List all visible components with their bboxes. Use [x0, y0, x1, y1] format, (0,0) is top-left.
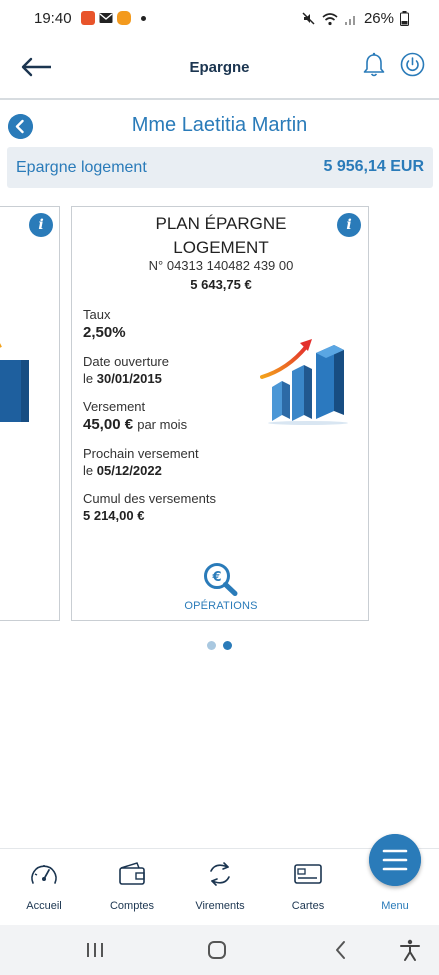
open-date-value: 30/01/2015 [96, 371, 162, 386]
account-owner-name: Mme Laetitia Martin [131, 114, 308, 136]
battery-icon [400, 11, 409, 26]
mail-icon [99, 13, 113, 23]
next-deposit-value: 05/12/2022 [96, 463, 162, 478]
info-icon[interactable]: i [29, 213, 53, 237]
accessibility-icon[interactable] [398, 938, 422, 962]
status-indicators: 26% [301, 10, 409, 27]
nav-label: Accueil [26, 900, 62, 912]
notification-app-icon [117, 11, 131, 25]
transfer-icon [210, 862, 230, 886]
operations-link[interactable]: OPÉRATIONS [72, 600, 370, 612]
open-date-prefix: le [83, 371, 94, 386]
nav-label: Cartes [291, 900, 325, 912]
dot-icon [141, 16, 146, 21]
svg-text:€: € [211, 570, 221, 585]
category-total: 5 956,14 EUR [323, 158, 424, 175]
nav-accueil[interactable]: Accueil [0, 849, 88, 926]
nav-label: Menu [381, 900, 409, 912]
mute-icon [302, 12, 315, 25]
cumulative-value: 5 214,00 € [83, 508, 145, 523]
next-deposit-prefix: le [83, 463, 94, 478]
nav-cartes[interactable]: Cartes [264, 849, 352, 926]
category-summary[interactable]: Epargne logement 5 956,14 EUR [7, 147, 433, 188]
nav-virements[interactable]: Virements [176, 849, 264, 926]
home-icon[interactable] [205, 938, 229, 962]
account-title-line2: LOGEMENT [173, 238, 269, 257]
chevron-left-icon[interactable] [8, 114, 33, 139]
rate-label: Taux [83, 307, 111, 322]
notification-app-icon [81, 11, 95, 25]
battery-percent: 26% [363, 10, 394, 27]
nav-label: Comptes [109, 900, 155, 912]
growth-chart-icon [260, 339, 348, 425]
status-bar: 19:40 26% [0, 0, 439, 38]
bell-icon[interactable] [362, 52, 386, 78]
deposit: 45,00 € par mois [83, 416, 187, 433]
account-balance: 5 643,75 € [190, 277, 252, 292]
account-title-line1: PLAN ÉPARGNE [155, 214, 287, 233]
account-title: PLAN ÉPARGNE LOGEMENT [72, 212, 370, 260]
deposit-label: Versement [83, 399, 146, 414]
recent-apps-icon[interactable] [83, 938, 107, 962]
wifi-icon [322, 12, 338, 25]
app-header: Epargne [0, 38, 439, 100]
nav-comptes[interactable]: Comptes [88, 849, 176, 926]
system-navigation-bar [0, 925, 439, 975]
deposit-suffix: par mois [137, 417, 188, 432]
speedometer-icon [31, 865, 57, 884]
card-pager [207, 641, 232, 650]
account-card[interactable]: PLAN ÉPARGNE LOGEMENT i N° 04313 140482 … [71, 206, 369, 621]
euro-search-icon[interactable]: € [203, 562, 239, 596]
account-number: N° 04313 140482 439 00 [148, 258, 294, 273]
info-icon[interactable]: i [337, 213, 361, 237]
cumulative-label: Cumul des versements [83, 491, 216, 506]
deposit-value: 45,00 € [83, 416, 134, 433]
growth-chart-icon [0, 343, 29, 422]
status-time: 19:40 [34, 10, 72, 27]
next-deposit-label: Prochain versement [83, 446, 199, 461]
wallet-icon [119, 862, 145, 885]
signal-icon [344, 15, 355, 25]
nav-label: Virements [195, 900, 245, 912]
rate-value: 2,50% [83, 324, 126, 341]
back-icon[interactable] [329, 938, 353, 962]
pager-dot[interactable] [207, 641, 216, 650]
menu-icon[interactable] [369, 834, 421, 886]
category-label: Epargne logement [16, 159, 147, 176]
open-date: le 30/01/2015 [83, 371, 162, 386]
power-icon[interactable] [400, 52, 425, 77]
previous-account-card[interactable]: i [0, 206, 60, 621]
open-date-label: Date ouverture [83, 354, 169, 369]
pager-dot-active[interactable] [223, 641, 232, 650]
next-deposit: le 05/12/2022 [83, 463, 162, 478]
card-icon [294, 864, 322, 884]
